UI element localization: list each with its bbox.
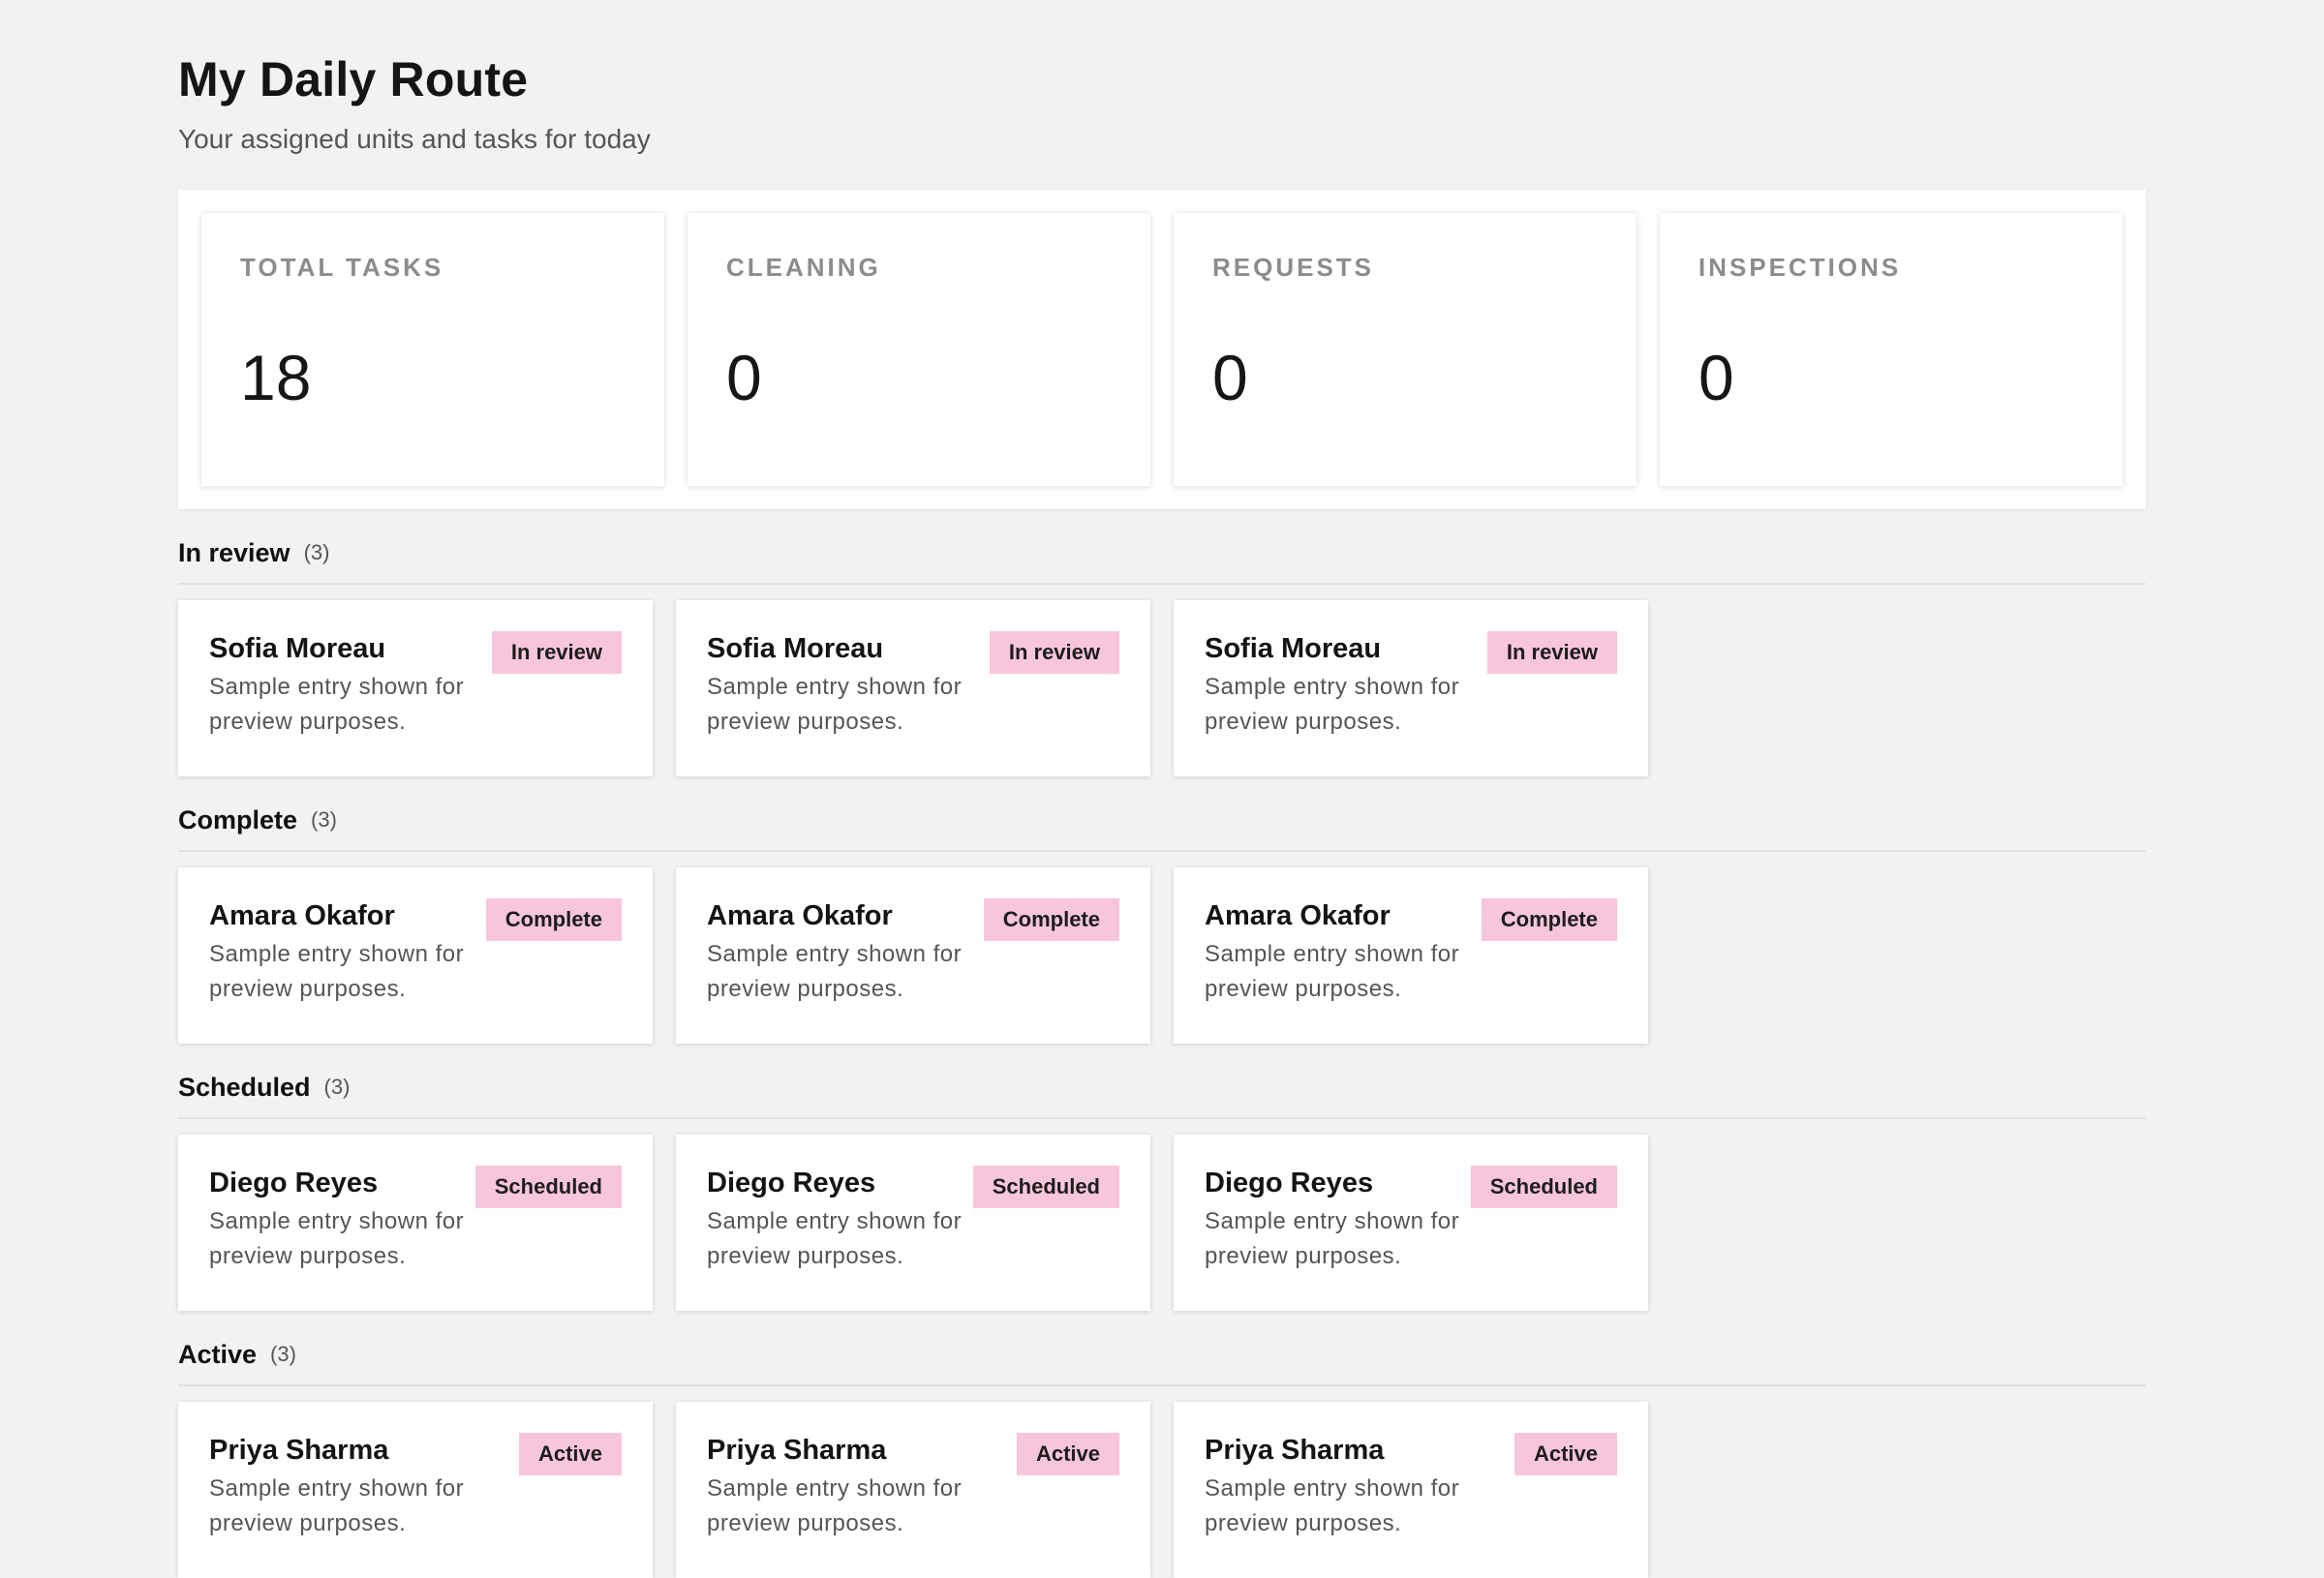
card-text: Amara Okafor Sample entry shown for prev… [209, 898, 486, 1007]
status-badge: Complete [983, 898, 1119, 941]
task-card[interactable]: Sofia Moreau Sample entry shown for prev… [178, 600, 653, 776]
stat-label: CLEANING [726, 253, 881, 282]
card-name: Sofia Moreau [1205, 633, 1382, 664]
stat-value: 0 [1698, 342, 1734, 413]
card-list: Diego Reyes Sample entry shown for previ… [178, 1135, 2146, 1311]
stats-panel: TOTAL TASKS 18 CLEANING 0 REQUESTS 0 INS… [178, 190, 2146, 509]
task-card[interactable]: Priya Sharma Sample entry shown for prev… [676, 1402, 1150, 1578]
status-badge: In review [491, 631, 622, 674]
section-header: Complete (3) [178, 796, 2146, 852]
page-subtitle: Your assigned units and tasks for today [178, 124, 651, 154]
section-header: In review (3) [178, 529, 2146, 585]
section-in-review: In review (3) Sofia Moreau Sample entry … [178, 529, 2146, 776]
stat-card-inspections: INSPECTIONS 0 [1660, 213, 2123, 486]
card-text: Sofia Moreau Sample entry shown for prev… [209, 631, 490, 740]
section-title: Scheduled [178, 1073, 311, 1102]
card-text: Diego Reyes Sample entry shown for previ… [707, 1166, 973, 1274]
card-list: Sofia Moreau Sample entry shown for prev… [178, 600, 2146, 776]
card-name: Diego Reyes [209, 1168, 379, 1199]
stat-card-total-tasks: TOTAL TASKS 18 [201, 213, 664, 486]
section-active: Active (3) Priya Sharma Sample entry sho… [178, 1330, 2146, 1578]
section-count: (3) [303, 540, 330, 564]
section-title: Active [178, 1340, 258, 1369]
card-name: Amara Okafor [209, 900, 395, 931]
card-text: Priya Sharma Sample entry shown for prev… [1205, 1433, 1485, 1541]
card-list: Priya Sharma Sample entry shown for prev… [178, 1402, 2146, 1578]
card-description: Sample entry shown for preview purposes. [209, 1475, 465, 1536]
card-description: Sample entry shown for preview purposes. [707, 674, 963, 735]
card-description: Sample entry shown for preview purposes. [1205, 1475, 1460, 1536]
card-name: Diego Reyes [1205, 1168, 1374, 1199]
status-badge: Active [1016, 1433, 1119, 1475]
page-title: My Daily Route [178, 52, 529, 106]
card-description: Sample entry shown for preview purposes. [209, 674, 465, 735]
card-name: Priya Sharma [707, 1435, 887, 1466]
section-title: In review [178, 538, 290, 567]
task-card[interactable]: Sofia Moreau Sample entry shown for prev… [676, 600, 1150, 776]
status-badge: Scheduled [474, 1166, 622, 1208]
status-badge: Complete [1481, 898, 1617, 941]
card-text: Priya Sharma Sample entry shown for prev… [209, 1433, 490, 1541]
task-card[interactable]: Priya Sharma Sample entry shown for prev… [178, 1402, 653, 1578]
card-list: Amara Okafor Sample entry shown for prev… [178, 867, 2146, 1044]
card-name: Priya Sharma [1205, 1435, 1385, 1466]
card-description: Sample entry shown for preview purposes. [209, 1208, 465, 1269]
card-text: Diego Reyes Sample entry shown for previ… [1205, 1166, 1471, 1274]
card-text: Priya Sharma Sample entry shown for prev… [707, 1433, 988, 1541]
card-text: Sofia Moreau Sample entry shown for prev… [707, 631, 988, 740]
card-name: Sofia Moreau [209, 633, 386, 664]
card-name: Sofia Moreau [707, 633, 884, 664]
section-header: Active (3) [178, 1330, 2146, 1386]
card-text: Diego Reyes Sample entry shown for previ… [209, 1166, 475, 1274]
stat-label: TOTAL TASKS [240, 253, 444, 282]
stat-label: REQUESTS [1212, 253, 1375, 282]
stat-card-requests: REQUESTS 0 [1174, 213, 1636, 486]
stat-label: INSPECTIONS [1698, 253, 1902, 282]
card-description: Sample entry shown for preview purposes. [1205, 674, 1460, 735]
section-count: (3) [323, 1075, 351, 1099]
stat-value: 0 [726, 342, 762, 413]
task-card[interactable]: Diego Reyes Sample entry shown for previ… [1174, 1135, 1648, 1311]
task-card[interactable]: Diego Reyes Sample entry shown for previ… [676, 1135, 1150, 1311]
section-title: Complete [178, 805, 298, 835]
section-complete: Complete (3) Amara Okafor Sample entry s… [178, 796, 2146, 1044]
status-badge: In review [989, 631, 1119, 674]
status-badge: Active [1514, 1433, 1617, 1475]
card-description: Sample entry shown for preview purposes. [1205, 1208, 1460, 1269]
card-description: Sample entry shown for preview purposes. [209, 941, 465, 1002]
task-card[interactable]: Priya Sharma Sample entry shown for prev… [1174, 1402, 1648, 1578]
section-count: (3) [311, 807, 337, 832]
section-header: Scheduled (3) [178, 1063, 2146, 1119]
card-description: Sample entry shown for preview purposes. [707, 941, 963, 1002]
status-badge: Scheduled [1470, 1166, 1617, 1208]
stat-value: 18 [240, 342, 312, 413]
task-card[interactable]: Amara Okafor Sample entry shown for prev… [1174, 867, 1648, 1044]
stat-card-cleaning: CLEANING 0 [688, 213, 1150, 486]
card-name: Amara Okafor [1205, 900, 1391, 931]
task-card[interactable]: Diego Reyes Sample entry shown for previ… [178, 1135, 653, 1311]
card-description: Sample entry shown for preview purposes. [707, 1475, 963, 1536]
card-description: Sample entry shown for preview purposes. [707, 1208, 963, 1269]
section-scheduled: Scheduled (3) Diego Reyes Sample entry s… [178, 1063, 2146, 1311]
status-badge: Active [518, 1433, 622, 1475]
stat-value: 0 [1212, 342, 1248, 413]
card-name: Priya Sharma [209, 1435, 389, 1466]
card-name: Diego Reyes [707, 1168, 876, 1199]
card-text: Sofia Moreau Sample entry shown for prev… [1205, 631, 1485, 740]
card-text: Amara Okafor Sample entry shown for prev… [707, 898, 984, 1007]
status-badge: In review [1486, 631, 1617, 674]
status-badge: Complete [485, 898, 622, 941]
task-card[interactable]: Amara Okafor Sample entry shown for prev… [676, 867, 1150, 1044]
card-description: Sample entry shown for preview purposes. [1205, 941, 1460, 1002]
task-card[interactable]: Amara Okafor Sample entry shown for prev… [178, 867, 653, 1044]
card-name: Amara Okafor [707, 900, 893, 931]
page: My Daily Route Your assigned units and t… [0, 0, 2324, 1578]
card-text: Amara Okafor Sample entry shown for prev… [1205, 898, 1482, 1007]
status-badge: Scheduled [972, 1166, 1119, 1208]
task-card[interactable]: Sofia Moreau Sample entry shown for prev… [1174, 600, 1648, 776]
section-count: (3) [270, 1342, 296, 1366]
